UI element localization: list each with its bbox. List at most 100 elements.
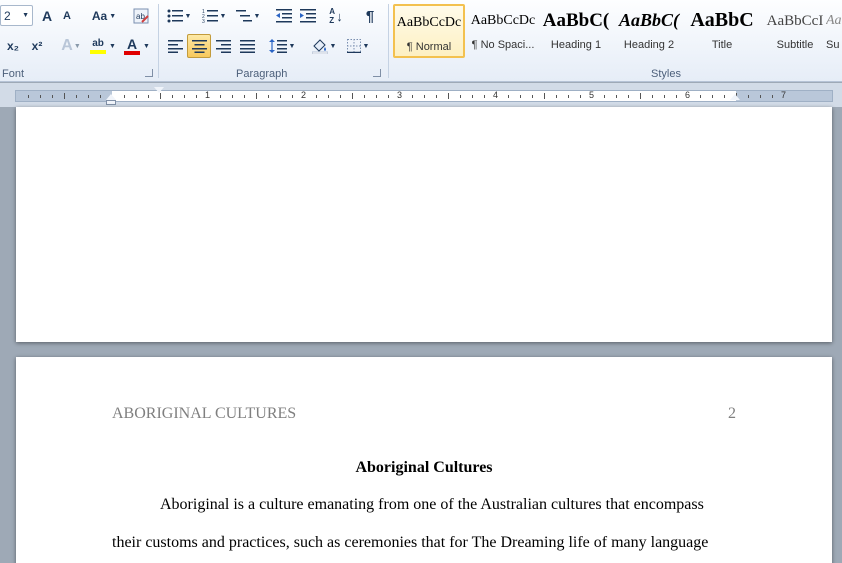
justify-button[interactable] (235, 34, 259, 58)
document-page[interactable]: ABORIGINAL CULTURES 2 Aboriginal Culture… (16, 357, 832, 563)
clear-formatting-button[interactable]: ab (130, 5, 152, 27)
ruler-tick (616, 95, 617, 98)
ruler-tick (472, 95, 473, 98)
style-subtitle[interactable]: AaBbCcI Subtitle (759, 4, 831, 58)
ruler-tick (124, 95, 125, 98)
style-heading-2[interactable]: AaBbC( Heading 2 (613, 4, 685, 58)
shading-button[interactable]: ▼ (309, 34, 339, 58)
document-title: Aboriginal Cultures (355, 459, 493, 476)
style-normal[interactable]: AaBbCcDc ¶ Normal (393, 4, 465, 58)
left-indent-marker[interactable] (106, 100, 116, 105)
paragraph-group-label: Paragraph (236, 68, 288, 80)
clear-formatting-icon: ab (133, 8, 149, 24)
subscript-button[interactable]: x₂ (2, 35, 24, 57)
style-name: Title (711, 39, 733, 51)
style-sample: AaBbC( (542, 10, 610, 31)
styles-group: AaBbCcDc ¶ Normal AaBbCcDc ¶ No Spaci...… (389, 0, 842, 82)
ruler-tick (628, 95, 629, 98)
ruler-tick (508, 95, 509, 98)
ruler-tick (316, 95, 317, 98)
increase-indent-button[interactable] (297, 5, 319, 27)
font-group: 2 ▼ A A Aa ▼ ab x₂ x² A ▼ ab ▼ A ▼ Font (0, 0, 158, 82)
ruler-tick (412, 95, 413, 98)
font-color-icon: A (124, 36, 141, 55)
shrink-font-button[interactable]: A (58, 5, 76, 27)
sort-button[interactable]: A Z ↓ (325, 5, 347, 27)
horizontal-ruler[interactable]: 1 2 3 4 5 6 7 (15, 90, 833, 102)
numbering-button[interactable]: 1 2 3 ▼ (199, 5, 229, 27)
chevron-down-icon: ▼ (288, 42, 296, 50)
grow-font-button[interactable]: A (38, 5, 56, 27)
align-center-button[interactable] (187, 34, 211, 58)
style-heading-1[interactable]: AaBbC( Heading 1 (540, 4, 612, 58)
change-case-button[interactable]: Aa ▼ (90, 5, 118, 27)
align-left-button[interactable] (163, 34, 187, 58)
ruler-tick (64, 93, 65, 99)
style-title[interactable]: AaBbC Title (686, 4, 758, 58)
ruler-tick (244, 95, 245, 98)
right-indent-marker[interactable] (730, 94, 740, 100)
ruler-tick (424, 95, 425, 98)
numbering-icon: 1 2 3 (202, 9, 218, 23)
ruler-tick (520, 95, 521, 98)
ruler-tick (172, 95, 173, 98)
align-right-button[interactable] (211, 34, 235, 58)
shading-icon (311, 39, 328, 54)
ruler-tick (76, 95, 77, 98)
borders-button[interactable]: ▼ (343, 34, 373, 58)
ruler-number: 4 (493, 90, 499, 100)
ruler-tick (136, 95, 137, 98)
ruler-number: 1 (205, 90, 211, 100)
bullets-button[interactable]: ▼ (165, 5, 193, 27)
sort-icon: A Z ↓ (329, 7, 343, 25)
paragraph-dialog-launcher-icon[interactable] (373, 69, 381, 77)
style-name: ¶ Normal (406, 41, 452, 53)
line-spacing-button[interactable]: ▼ (267, 34, 297, 58)
increase-indent-icon (300, 9, 316, 23)
font-size-box[interactable]: 2 ▼ (0, 5, 33, 26)
ruler-number: 2 (301, 90, 307, 100)
superscript-button[interactable]: x² (26, 35, 48, 57)
page-header: ABORIGINAL CULTURES 2 (112, 405, 736, 425)
ruler-tick (196, 95, 197, 98)
chevron-down-icon: ▼ (219, 12, 227, 20)
decrease-indent-button[interactable] (273, 5, 295, 27)
multilevel-list-button[interactable]: ▼ (233, 5, 263, 27)
font-color-label: A (126, 36, 138, 52)
ruler-bar: 1 2 3 4 5 6 7 (0, 83, 842, 107)
first-line-indent-marker[interactable] (154, 87, 164, 93)
chevron-down-icon: ▼ (73, 42, 81, 50)
svg-text:3: 3 (202, 19, 205, 23)
ruler-tick (388, 95, 389, 98)
style-subtle-emphasis[interactable]: Aa Su (826, 4, 842, 58)
style-no-spacing[interactable]: AaBbCcDc ¶ No Spaci... (467, 4, 539, 58)
pilcrow-icon: ¶ (365, 7, 375, 25)
ruler-tick (484, 95, 485, 98)
ruler-tick (184, 95, 185, 98)
font-color-button[interactable]: A ▼ (122, 35, 152, 57)
paragraph-group: ▼ 1 2 3 ▼ ▼ A Z ↓ ¶ ▼ ▼ ▼ Paragraph (159, 0, 387, 82)
ruler-tick (148, 95, 149, 98)
ruler-tick (232, 95, 233, 98)
styles-group-label: Styles (651, 68, 681, 80)
font-dialog-launcher-icon[interactable] (145, 69, 153, 77)
shrink-font-icon: A (63, 10, 71, 22)
ruler-tick (652, 95, 653, 98)
chevron-down-icon: ▼ (253, 12, 261, 20)
style-sample: AaBbCcDc (396, 15, 462, 30)
ribbon: 2 ▼ A A Aa ▼ ab x₂ x² A ▼ ab ▼ A ▼ Font … (0, 0, 842, 82)
text-effects-button[interactable]: A ▼ (58, 35, 84, 57)
bullets-icon (167, 9, 183, 23)
show-formatting-button[interactable]: ¶ (359, 5, 381, 27)
ruler-tick (100, 95, 101, 98)
chevron-down-icon: ▼ (143, 42, 150, 50)
grow-font-icon: A (41, 8, 53, 24)
ruler-tick (40, 95, 41, 98)
document-page[interactable] (16, 107, 832, 342)
ruler-tick (760, 95, 761, 98)
chevron-down-icon: ▼ (362, 42, 370, 50)
subscript-icon: x₂ (6, 39, 19, 53)
highlight-button[interactable]: ab ▼ (88, 35, 118, 57)
chevron-down-icon: ▼ (22, 12, 29, 19)
ruler-tick (268, 95, 269, 98)
